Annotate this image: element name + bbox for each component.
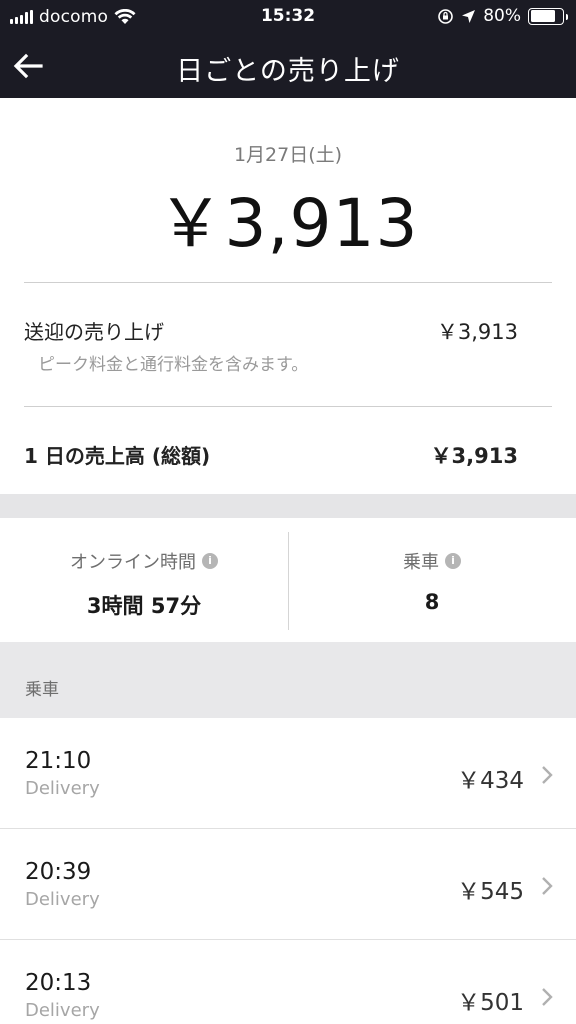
chevron-right-icon — [542, 877, 553, 895]
status-right: 80% — [437, 6, 568, 26]
battery-icon — [528, 7, 568, 25]
list-item[interactable]: 20:39 Delivery ￥545 — [0, 829, 576, 940]
fare-breakdown-label: 送迎の売り上げ — [24, 320, 164, 344]
summary-date: 1月27日(土) — [233, 144, 343, 166]
status-bar: docomo 15:32 80% — [0, 0, 576, 34]
divider — [24, 406, 552, 407]
daily-total-value: ￥3,913 — [430, 444, 518, 468]
battery-fill — [530, 10, 556, 22]
chevron-right-icon — [542, 988, 553, 1006]
ride-fare: ￥434 — [457, 768, 524, 794]
online-time-value: 3時間 57分 — [86, 594, 202, 618]
rides-section-header: 乗車 — [0, 642, 576, 718]
section-separator — [0, 494, 576, 518]
summary-total: ￥3,913 — [157, 185, 419, 262]
divider — [24, 282, 552, 283]
online-time-stat: オンライン時間 i 3時間 57分 — [0, 530, 288, 640]
page-title: 日ごとの売り上げ — [176, 56, 400, 87]
info-icon[interactable]: i — [445, 553, 461, 569]
ride-time: 20:39 — [25, 859, 92, 885]
info-icon[interactable]: i — [202, 553, 218, 569]
online-time-label: オンライン時間 — [70, 552, 196, 573]
list-item[interactable]: 21:10 Delivery ￥434 — [0, 718, 576, 829]
battery-percent: 80% — [483, 6, 521, 26]
trips-stat: 乗車 i 8 — [288, 530, 576, 640]
nav-bar: 日ごとの売り上げ — [0, 34, 576, 98]
ride-type: Delivery — [25, 1000, 100, 1021]
fare-breakdown-value: ￥3,913 — [436, 320, 518, 344]
ride-time: 21:10 — [25, 748, 92, 774]
list-item[interactable]: 20:13 Delivery ￥501 — [0, 940, 576, 1024]
ride-type: Delivery — [25, 889, 100, 910]
ride-fare: ￥501 — [457, 990, 524, 1016]
trips-value: 8 — [424, 590, 440, 614]
ride-fare: ￥545 — [457, 879, 524, 905]
rides-header-label: 乗車 — [25, 680, 59, 700]
trips-label: 乗車 — [403, 552, 439, 573]
location-arrow-icon — [462, 9, 476, 23]
chevron-right-icon — [542, 766, 553, 784]
fare-breakdown-note: ピーク料金と通行料金を含みます。 — [38, 355, 309, 375]
ride-type: Delivery — [25, 778, 100, 799]
daily-total-label: 1 日の売上高 (総額) — [24, 444, 211, 468]
ride-time: 20:13 — [25, 970, 92, 996]
orientation-lock-icon — [438, 8, 454, 24]
